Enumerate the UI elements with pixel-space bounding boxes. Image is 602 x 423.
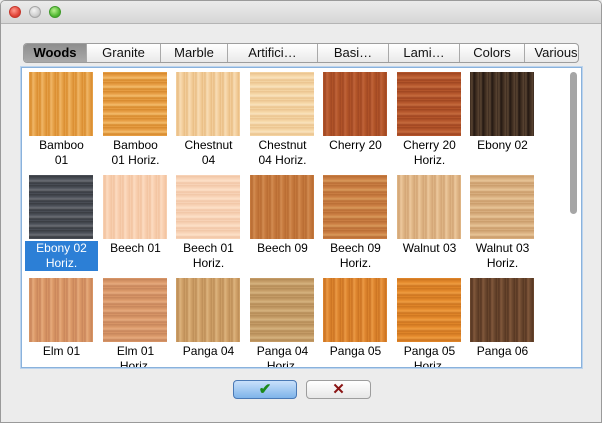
texture-item[interactable]: Panga 05 [319, 276, 389, 367]
texture-swatch [397, 278, 461, 342]
texture-swatch [323, 72, 387, 136]
texture-item[interactable]: Panga 04 [172, 276, 242, 367]
tab-woods[interactable]: Woods [24, 44, 86, 62]
category-tabs: Woods Granite Marble Artifici… Basi… Lami… Col… [23, 43, 579, 63]
texture-name: Walnut 03 [402, 241, 457, 255]
texture-item[interactable]: Walnut 03 [393, 173, 463, 276]
texture-name: Panga 05 Horiz. [403, 344, 456, 368]
texture-name: Beech 09 Horiz. [330, 241, 381, 270]
tab-granite[interactable]: Granite [86, 44, 160, 62]
texture-name: Elm 01 [42, 344, 81, 358]
texture-swatch [470, 278, 534, 342]
cancel-x-icon: ✕ [332, 381, 345, 398]
texture-dialog-window: Woods Granite Marble Artifici… Basi… Lami… Col… [0, 0, 602, 423]
texture-swatch [176, 278, 240, 342]
texture-name: Panga 04 [182, 344, 235, 358]
texture-swatch [29, 278, 93, 342]
texture-swatch [176, 72, 240, 136]
texture-item[interactable]: Beech 09 [246, 173, 316, 276]
tab-marble[interactable]: Marble [160, 44, 227, 62]
texture-item[interactable]: Cherry 20 [319, 70, 389, 173]
texture-swatch [470, 175, 534, 239]
minimize-window-button[interactable] [29, 6, 41, 18]
texture-item[interactable]: Elm 01 Horiz. [99, 276, 169, 368]
texture-swatch [397, 72, 461, 136]
texture-swatch [250, 175, 314, 239]
title-bar [1, 1, 601, 24]
texture-swatch [323, 175, 387, 239]
texture-item[interactable]: Elm 01 [25, 276, 95, 367]
texture-item[interactable]: Panga 04 Horiz. [246, 276, 316, 368]
texture-name: Beech 01 Horiz. [183, 241, 234, 270]
tab-various[interactable]: Various [524, 44, 578, 62]
cancel-button[interactable]: ✕ [306, 380, 371, 399]
texture-item[interactable]: Beech 09 Horiz. [319, 173, 389, 276]
texture-item[interactable]: Ebony 02 [466, 70, 536, 173]
texture-item[interactable]: Walnut 03 Horiz. [466, 173, 536, 276]
texture-swatch [470, 72, 534, 136]
texture-swatch [103, 278, 167, 342]
texture-name: Ebony 02 Horiz. [25, 241, 98, 271]
texture-item[interactable]: Chestnut 04 [172, 70, 242, 173]
tab-artifici-[interactable]: Artifici… [227, 44, 317, 62]
tab-lami-[interactable]: Lami… [388, 44, 459, 62]
tab-colors[interactable]: Colors [459, 44, 524, 62]
texture-name: Walnut 03 Horiz. [475, 241, 530, 270]
texture-name: Chestnut 04 Horiz. [258, 138, 307, 167]
texture-name: Ebony 02 [477, 138, 528, 152]
texture-item[interactable]: Beech 01 Horiz. [172, 173, 242, 276]
texture-swatch [29, 72, 93, 136]
texture-swatch [29, 175, 93, 239]
texture-grid-panel: Bamboo 01 Bamboo 01 Horiz. Chestnut 04 Ches… [21, 67, 582, 368]
texture-swatch [250, 278, 314, 342]
vertical-scrollbar[interactable] [568, 70, 579, 365]
texture-swatch [103, 175, 167, 239]
zoom-window-button[interactable] [49, 6, 61, 18]
texture-swatch [323, 278, 387, 342]
texture-name: Panga 05 [329, 344, 382, 358]
texture-item[interactable]: Beech 01 [99, 173, 169, 276]
checkmark-icon: ✔ [258, 381, 272, 398]
texture-item[interactable]: Bamboo 01 [25, 70, 95, 173]
texture-item[interactable]: Panga 05 Horiz. [393, 276, 463, 368]
texture-item[interactable]: Cherry 20 Horiz. [393, 70, 463, 173]
texture-item[interactable]: Ebony 02 Horiz. [25, 173, 98, 276]
texture-item[interactable]: Panga 06 [466, 276, 536, 367]
texture-swatch [103, 72, 167, 136]
tab-basi-[interactable]: Basi… [317, 44, 388, 62]
scrollbar-thumb[interactable] [570, 72, 577, 214]
texture-name: Cherry 20 Horiz. [403, 138, 456, 167]
texture-name: Bamboo 01 Horiz. [111, 138, 160, 167]
texture-swatch [397, 175, 461, 239]
texture-name: Bamboo 01 [39, 138, 84, 167]
texture-name: Panga 04 Horiz. [256, 344, 309, 368]
texture-name: Chestnut 04 [184, 138, 233, 167]
texture-name: Panga 06 [476, 344, 529, 358]
texture-swatch [250, 72, 314, 136]
texture-name: Cherry 20 [329, 138, 382, 152]
texture-item[interactable]: Bamboo 01 Horiz. [99, 70, 169, 173]
ok-button[interactable]: ✔ [233, 380, 297, 399]
texture-name: Beech 01 [110, 241, 161, 255]
texture-name: Beech 09 [257, 241, 308, 255]
texture-name: Elm 01 Horiz. [116, 344, 155, 368]
close-window-button[interactable] [9, 6, 21, 18]
texture-item[interactable]: Chestnut 04 Horiz. [246, 70, 316, 173]
texture-swatch [176, 175, 240, 239]
